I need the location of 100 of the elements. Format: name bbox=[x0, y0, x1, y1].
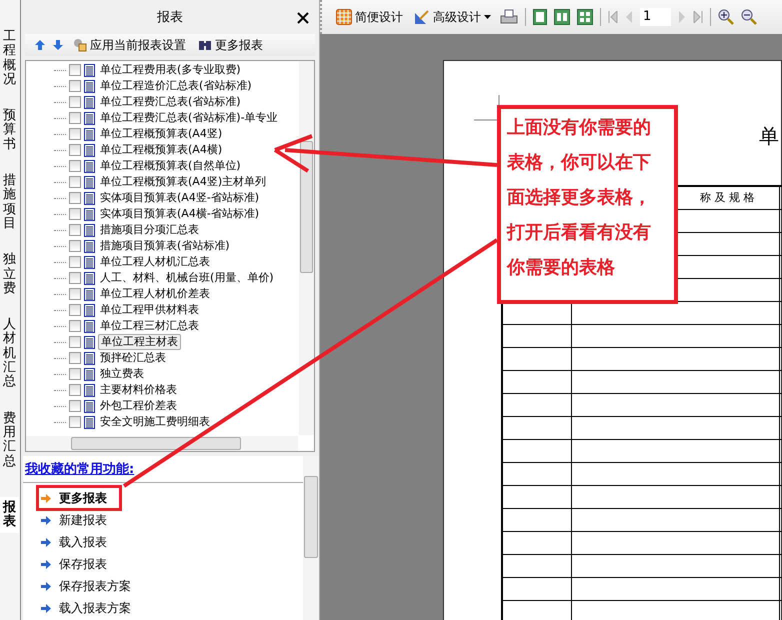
report-item[interactable]: 实体项目预算表(A4横-省站标准) bbox=[98, 207, 262, 221]
report-item[interactable]: 单位工程主材表 bbox=[98, 334, 181, 350]
side-tab[interactable]: 措施项目 bbox=[0, 170, 19, 236]
arrow-up-icon[interactable] bbox=[35, 40, 45, 50]
side-tab[interactable]: 费用汇总 bbox=[0, 408, 19, 473]
page-number-field[interactable]: 1 bbox=[640, 8, 671, 26]
side-tab[interactable]: 工程概况 bbox=[0, 26, 19, 92]
report-item[interactable]: 独立费表 bbox=[98, 367, 146, 381]
favorite-link[interactable]: 载入报表 bbox=[59, 534, 107, 550]
report-icon bbox=[84, 288, 95, 300]
next-page-icon[interactable] bbox=[678, 11, 686, 23]
report-item[interactable]: 预拌砼汇总表 bbox=[98, 351, 168, 365]
report-item[interactable]: 单位工程人材机价差表 bbox=[98, 287, 212, 301]
side-tab[interactable]: 人材机汇总 bbox=[0, 314, 19, 394]
report-item[interactable]: 外包工程价差表 bbox=[98, 399, 179, 413]
previous-page-icon[interactable] bbox=[625, 11, 633, 23]
report-item[interactable]: 单位工程甲供材料表 bbox=[98, 303, 201, 317]
report-item[interactable]: 单位工程费汇总表(省站标准)-单专业 bbox=[98, 111, 280, 125]
report-icon bbox=[84, 368, 95, 380]
simple-design-button[interactable]: 简便设计 bbox=[334, 8, 405, 26]
report-item[interactable]: 措施项目预算表(省站标准) bbox=[98, 239, 232, 253]
report-icon bbox=[84, 112, 95, 124]
checkbox[interactable] bbox=[69, 144, 81, 156]
checkbox[interactable] bbox=[69, 400, 81, 412]
checkbox[interactable] bbox=[69, 64, 81, 76]
report-icon bbox=[84, 240, 95, 252]
side-tab[interactable]: 预算书 bbox=[0, 105, 19, 156]
favorite-link[interactable]: 载入报表方案 bbox=[59, 600, 131, 616]
report-icon bbox=[84, 176, 95, 188]
report-item[interactable]: 安全文明施工费明细表 bbox=[98, 415, 212, 429]
checkbox[interactable] bbox=[69, 352, 81, 364]
checkbox[interactable] bbox=[69, 272, 81, 284]
checkbox[interactable] bbox=[69, 80, 81, 92]
checkbox[interactable] bbox=[69, 368, 81, 380]
printer-icon[interactable] bbox=[500, 9, 518, 25]
checkbox[interactable] bbox=[69, 192, 81, 204]
report-icon bbox=[84, 128, 95, 140]
checkbox[interactable] bbox=[69, 256, 81, 268]
checkbox[interactable] bbox=[69, 288, 81, 300]
report-item[interactable]: 措施项目分项汇总表 bbox=[98, 223, 201, 237]
horizontal-scrollbar[interactable] bbox=[26, 436, 298, 451]
more-reports-button[interactable]: 更多报表 bbox=[196, 36, 265, 54]
checkbox[interactable] bbox=[69, 224, 81, 236]
favorite-link[interactable]: 更多报表 bbox=[59, 490, 107, 506]
ruler-pencil-icon bbox=[414, 9, 430, 25]
report-icon bbox=[84, 320, 95, 332]
report-icon bbox=[84, 64, 95, 76]
zoom-out-icon[interactable] bbox=[741, 9, 757, 25]
checkbox[interactable] bbox=[69, 304, 81, 316]
advanced-design-button[interactable]: 高级设计 bbox=[412, 8, 493, 26]
report-item[interactable]: 人工、材料、机械台班(用量、单价) bbox=[98, 271, 276, 285]
column-header: 称 及 规 格 bbox=[700, 190, 754, 205]
report-icon bbox=[84, 208, 95, 220]
checkbox[interactable] bbox=[69, 96, 81, 108]
report-item[interactable]: 单位工程概预算表(A4竖)主材单列 bbox=[98, 175, 268, 189]
checkbox[interactable] bbox=[69, 240, 81, 252]
report-item[interactable]: 单位工程费用表(多专业取费) bbox=[98, 63, 243, 77]
first-page-icon[interactable] bbox=[608, 11, 618, 23]
checkbox[interactable] bbox=[69, 112, 81, 124]
side-tab[interactable]: 独立费 bbox=[0, 249, 19, 300]
favorites-heading: 我收藏的常用功能: bbox=[23, 456, 303, 483]
last-page-icon[interactable] bbox=[693, 11, 703, 23]
annotation-text: 表格，你可以在下 bbox=[507, 152, 652, 174]
report-item[interactable]: 单位工程人材机汇总表 bbox=[98, 255, 212, 269]
checkbox[interactable] bbox=[69, 208, 81, 220]
side-tab[interactable]: 报表 bbox=[0, 496, 19, 534]
apply-settings-button[interactable]: 应用当前报表设置 bbox=[71, 36, 188, 54]
annotation-text: 上面没有你需要的 bbox=[507, 117, 652, 139]
checkbox[interactable] bbox=[69, 176, 81, 188]
checkbox[interactable] bbox=[69, 160, 81, 172]
vertical-scrollbar[interactable] bbox=[299, 61, 314, 435]
close-icon[interactable] bbox=[297, 12, 309, 24]
report-icon bbox=[84, 224, 95, 236]
report-icon bbox=[84, 80, 95, 92]
vertical-scrollbar[interactable] bbox=[303, 456, 319, 620]
report-item[interactable]: 主要材料价格表 bbox=[98, 383, 179, 397]
report-item[interactable]: 单位工程概预算表(自然单位) bbox=[98, 159, 243, 173]
report-item[interactable]: 单位工程三材汇总表 bbox=[98, 319, 201, 333]
arrow-down-icon[interactable] bbox=[53, 40, 63, 50]
report-item[interactable]: 单位工程概预算表(A4横) bbox=[98, 143, 224, 157]
favorite-link[interactable]: 新建报表 bbox=[59, 512, 107, 528]
report-item[interactable]: 单位工程费汇总表(省站标准) bbox=[98, 95, 243, 109]
four-page-icon[interactable] bbox=[577, 9, 593, 25]
report-icon bbox=[84, 416, 95, 428]
annotation-text: 面选择更多表格， bbox=[507, 187, 652, 209]
checkbox[interactable] bbox=[69, 384, 81, 396]
favorite-link[interactable]: 保存报表 bbox=[59, 556, 107, 572]
report-item[interactable]: 实体项目预算表(A4竖-省站标准) bbox=[98, 191, 262, 205]
report-item[interactable]: 单位工程造价汇总表(省站标准) bbox=[98, 79, 254, 93]
report-icon bbox=[84, 352, 95, 364]
report-item[interactable]: 单位工程概预算表(A4竖) bbox=[98, 127, 224, 141]
checkbox[interactable] bbox=[69, 336, 81, 348]
checkbox[interactable] bbox=[69, 128, 81, 140]
annotation-text: 打开后看看有没有 bbox=[507, 222, 652, 244]
checkbox[interactable] bbox=[69, 416, 81, 428]
two-page-icon[interactable] bbox=[554, 9, 570, 25]
checkbox[interactable] bbox=[69, 320, 81, 332]
zoom-in-icon[interactable] bbox=[718, 9, 734, 25]
single-page-icon[interactable] bbox=[533, 9, 547, 25]
favorite-link[interactable]: 保存报表方案 bbox=[59, 578, 131, 594]
